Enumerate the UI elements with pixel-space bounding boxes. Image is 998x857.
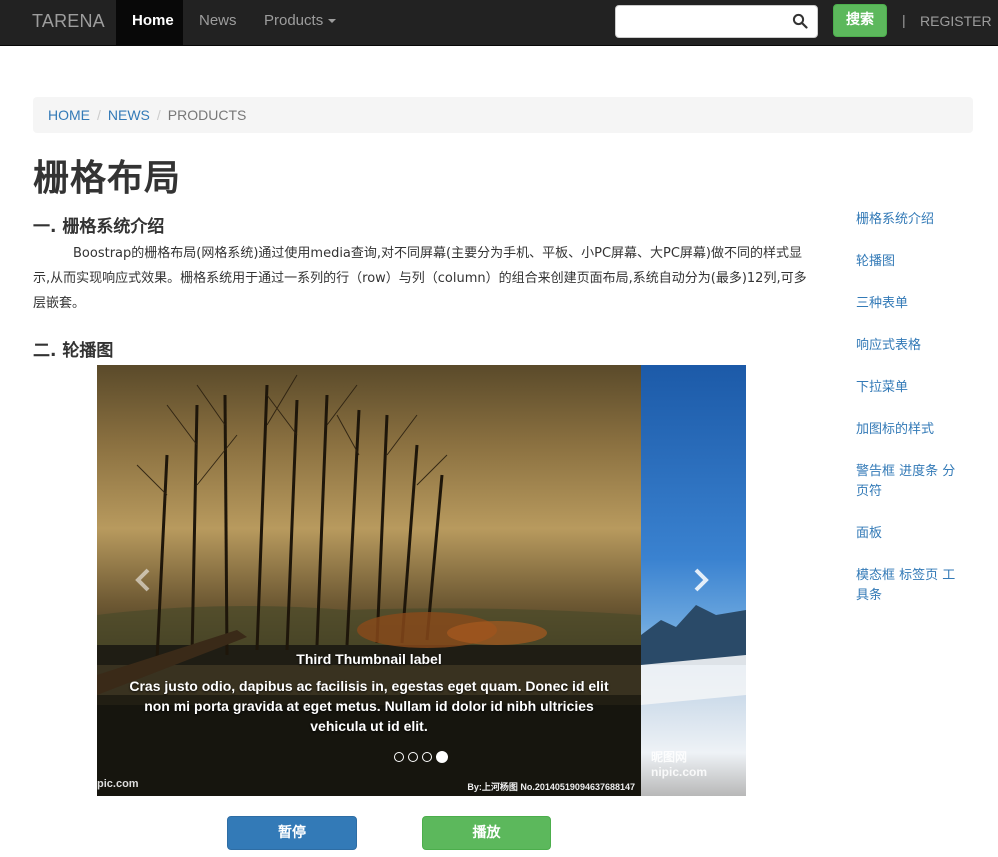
watermark-right: By:上河杨图 No.20140519094637688147 [467,782,635,792]
breadcrumb-news[interactable]: NEWS [108,107,150,123]
side-nav: 栅格系统介绍 轮播图 三种表单 响应式表格 下拉菜单 加图标的样式 警告框 进度… [856,210,966,628]
section-title-grid: 一. 栅格系统介绍 [33,217,165,237]
carousel-caption-title: Third Thumbnail label [296,651,442,667]
sidenav-item-panels[interactable]: 面板 [856,524,966,544]
carousel-indicator[interactable] [394,751,404,762]
carousel-indicator[interactable] [408,751,418,762]
carousel-slide-next: 昵图网 nipic.com [641,365,746,796]
carousel: Third Thumbnail label Cras justo odio, d… [97,365,746,796]
nav-home[interactable]: Home [116,0,183,46]
sidenav-item-forms[interactable]: 三种表单 [856,294,966,314]
carousel-slide-active: Third Thumbnail label Cras justo odio, d… [97,365,641,796]
search-button[interactable]: 搜索 [833,4,887,37]
carousel-indicator[interactable] [422,751,432,762]
page-title: 栅格布局 [33,158,182,199]
play-button[interactable]: 播放 [422,816,551,850]
nav-products-label: Products [264,12,324,29]
brand-logo[interactable]: TARENA [32,11,105,32]
search-input[interactable] [624,6,794,37]
pause-button[interactable]: 暂停 [227,816,357,850]
watermark-next: 昵图网 nipic.com [651,750,708,779]
nav-news[interactable]: News [183,0,253,46]
sidenav-item-alerts[interactable]: 警告框 进度条 分页符 [856,462,966,502]
carousel-indicators [392,748,450,766]
breadcrumb-separator: / [156,107,161,123]
caret-down-icon [328,19,337,24]
sidenav-item-tables[interactable]: 响应式表格 [856,336,966,356]
breadcrumb-home[interactable]: HOME [48,107,90,123]
sidenav-item-grid[interactable]: 栅格系统介绍 [856,210,966,230]
sidenav-item-icons[interactable]: 加图标的样式 [856,420,966,440]
nav-products-dropdown[interactable]: Products [248,0,352,46]
watermark-left: pic.com [97,778,139,790]
register-link[interactable]: REGISTER [920,13,992,29]
section-title-carousel: 二. 轮播图 [33,341,114,361]
search-box [615,5,818,38]
sidenav-item-modals[interactable]: 模态框 标签页 工具条 [856,566,966,606]
nav-divider: | [902,12,906,28]
sidenav-item-carousel[interactable]: 轮播图 [856,252,966,272]
search-icon[interactable] [792,13,808,29]
breadcrumb-separator: / [97,107,101,123]
top-navbar: TARENA Home News Products 搜索 | REGISTER [0,0,998,46]
breadcrumb-current: PRODUCTS [167,107,247,123]
carousel-prev-arrow-icon[interactable] [129,565,159,595]
carousel-next-arrow-icon[interactable] [685,565,715,595]
carousel-indicator-active[interactable] [436,750,448,763]
grid-intro-text: Boostrap的栅格布局(网格系统)通过使用media查询,对不同屏幕(主要分… [33,246,807,311]
sidenav-item-dropdown[interactable]: 下拉菜单 [856,378,966,398]
breadcrumb: HOME / NEWS / PRODUCTS [33,97,973,133]
carousel-caption-text: Cras justo odio, dapibus ac facilisis in… [129,678,609,734]
